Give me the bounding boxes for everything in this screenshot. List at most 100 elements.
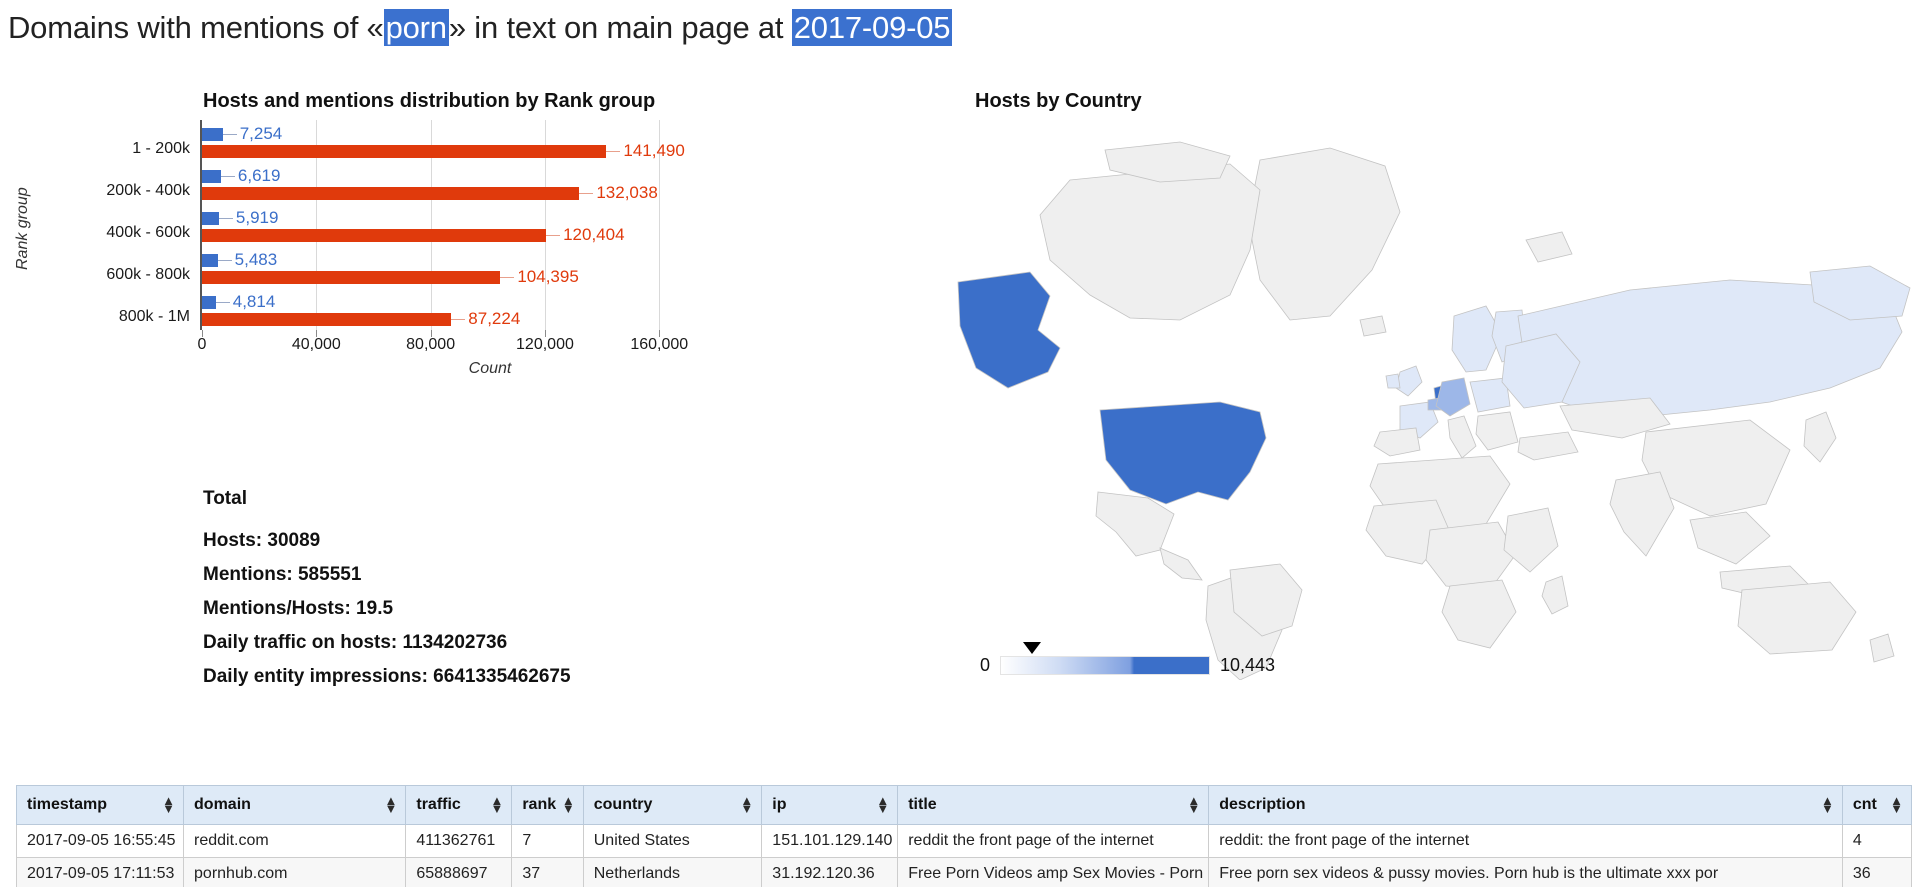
map-region-uk[interactable]: [1395, 365, 1423, 397]
map-region-east-africa[interactable]: [1503, 507, 1559, 573]
map-region-new-zealand[interactable]: [1869, 633, 1895, 663]
map-region-southern-africa[interactable]: [1441, 579, 1517, 649]
chart-x-tick-label: 80,000: [406, 336, 456, 353]
map-region-central-africa[interactable]: [1425, 521, 1517, 591]
map-region-greenland[interactable]: [1247, 147, 1401, 321]
chart-value-label-hosts: 7,254: [239, 124, 283, 143]
page-title-middle: » in text on main page at: [448, 10, 792, 45]
chart-value-label-mentions: 104,395: [517, 267, 579, 286]
map-region-italy[interactable]: [1447, 415, 1477, 459]
chart-bar-hosts: [202, 128, 223, 141]
map-region-sea[interactable]: [1689, 511, 1771, 565]
chart-x-tick-label: 120,000: [516, 336, 574, 353]
table-header-timestamp[interactable]: timestamp ▲ ▼: [15, 785, 185, 825]
chart-leader-line: [222, 134, 237, 135]
table-cell-timestamp: 2017-09-05 17:11:53: [15, 857, 185, 887]
chart-bar-mentions: [202, 229, 547, 242]
chart-x-tick-label: 40,000: [291, 336, 341, 353]
table-header-label: rank: [522, 796, 557, 813]
map-region-ireland[interactable]: [1385, 373, 1401, 389]
table-header-description[interactable]: description ▲ ▼: [1208, 785, 1843, 825]
table-cell-domain: reddit.com: [183, 824, 407, 858]
chart-x-tick-label: 0: [197, 336, 207, 353]
totals-row: Mentions: 585551: [203, 564, 362, 585]
sort-arrows-icon[interactable]: ▲ ▼: [384, 794, 397, 815]
map-region-australia[interactable]: [1737, 581, 1857, 655]
bar-chart-title: Hosts and mentions distribution by Rank …: [203, 90, 656, 112]
sort-arrows-icon[interactable]: ▲ ▼: [562, 794, 575, 815]
map-region-turkey[interactable]: [1517, 431, 1579, 461]
table-header-domain[interactable]: domain ▲ ▼: [183, 785, 407, 825]
chart-bar-mentions: [202, 145, 607, 158]
chart-bar-hosts: [202, 212, 219, 225]
sort-arrows-icon[interactable]: ▲ ▼: [1821, 794, 1834, 815]
table-cell-description: reddit: the front page of the internet: [1208, 824, 1843, 858]
sort-arrows-icon[interactable]: ▲ ▼: [490, 794, 503, 815]
table-cell-ip: 151.101.129.140: [761, 824, 899, 858]
table-cell-title: reddit the front page of the internet: [897, 824, 1210, 858]
table-header-cnt[interactable]: cnt ▲ ▼: [1841, 785, 1913, 825]
chart-value-label-hosts: 5,919: [235, 208, 279, 227]
table-cell-timestamp: 2017-09-05 16:55:45: [15, 824, 185, 858]
table-row[interactable]: 2017-09-05 17:11:53 pornhub.com 65888697 37…: [15, 857, 1913, 887]
sort-arrows-icon[interactable]: ▲ ▼: [1890, 794, 1903, 815]
table-header-row: timestamp ▲ ▼ domain ▲ ▼ traffic ▲ ▼ rank ▲ ▼ countr…: [15, 785, 1913, 825]
chart-bar-mentions: [202, 271, 501, 284]
table-header-country[interactable]: country ▲ ▼: [582, 785, 763, 825]
table-header-traffic[interactable]: traffic ▲ ▼: [405, 785, 513, 825]
map-region-india[interactable]: [1609, 471, 1675, 557]
table-cell-domain: pornhub.com: [183, 857, 407, 887]
map-region-central-america[interactable]: [1159, 547, 1203, 581]
sort-arrows-icon[interactable]: ▲ ▼: [162, 794, 175, 815]
bar-chart-x-axis-label: Count: [468, 360, 512, 377]
chart-leader-line: [215, 302, 230, 303]
map-region-spain-portugal[interactable]: [1373, 427, 1421, 457]
map-region-svalbard[interactable]: [1525, 231, 1573, 263]
chart-y-tick-label: 400k - 600k: [106, 224, 190, 241]
chart-y-tick-label: 1 - 200k: [132, 140, 190, 157]
chart-bar-mentions: [202, 313, 452, 326]
map-region-iceland[interactable]: [1359, 315, 1387, 337]
chart-y-tick-label: 800k - 1M: [118, 308, 190, 325]
chart-x-tick-label: 160,000: [630, 336, 689, 353]
totals-row: Mentions/Hosts: 19.5: [203, 598, 394, 619]
map-region-madagascar[interactable]: [1541, 575, 1569, 615]
legend-min-value: 0: [980, 655, 991, 675]
table-cell-rank: 7: [511, 824, 584, 858]
table-cell-country: United States: [582, 824, 763, 858]
map-region-balkans[interactable]: [1475, 411, 1519, 451]
sort-arrows-icon[interactable]: ▲ ▼: [876, 794, 889, 815]
map-region-japan[interactable]: [1803, 411, 1837, 463]
totals-row: Daily entity impressions: 6641335462675: [203, 666, 571, 687]
chart-value-label-hosts: 6,619: [237, 166, 281, 185]
legend-marker-triangle-icon: [1023, 642, 1042, 654]
map-region-alaska[interactable]: [957, 271, 1061, 389]
map-color-legend: 0 10,443: [980, 642, 1275, 676]
chart-leader-line: [451, 319, 466, 320]
sort-arrows-icon[interactable]: ▲ ▼: [740, 794, 753, 815]
world-map-svg[interactable]: [930, 120, 1920, 680]
chart-bar-mentions: [202, 187, 580, 200]
bar-chart-y-axis-label: Rank group: [14, 187, 31, 270]
table-cell-cnt: 36: [1841, 857, 1913, 887]
map-region-usa[interactable]: [1099, 401, 1267, 505]
totals-heading: Total: [203, 488, 247, 509]
map-region-canada[interactable]: [1039, 163, 1261, 321]
sort-arrows-icon[interactable]: ▲ ▼: [1187, 794, 1200, 815]
table-row[interactable]: 2017-09-05 16:55:45 reddit.com 411362761 7 U…: [15, 824, 1913, 858]
chart-leader-line: [579, 193, 594, 194]
legend-gradient-bar: [1000, 642, 1211, 675]
chart-value-label-mentions: 132,038: [596, 183, 658, 202]
table-header-label: country: [593, 796, 653, 813]
table-header-title[interactable]: title ▲ ▼: [897, 785, 1210, 825]
hosts-by-country-map[interactable]: Russian Federation Hosts: 439 Mentions: …: [930, 120, 1920, 680]
page-title-keyword: porn: [383, 9, 449, 46]
chart-value-label-mentions: 120,404: [563, 225, 625, 244]
table-header-label: ip: [772, 796, 787, 813]
table-header-label: description: [1219, 796, 1306, 813]
table-header-rank[interactable]: rank ▲ ▼: [511, 785, 584, 825]
page-title-date: 2017-09-05: [791, 9, 953, 46]
table-header-ip[interactable]: ip ▲ ▼: [761, 785, 899, 825]
chart-bar-hosts: [202, 170, 221, 183]
totals-summary: Total Hosts: 30089 Mentions: 585551 Mentio…: [203, 488, 571, 700]
